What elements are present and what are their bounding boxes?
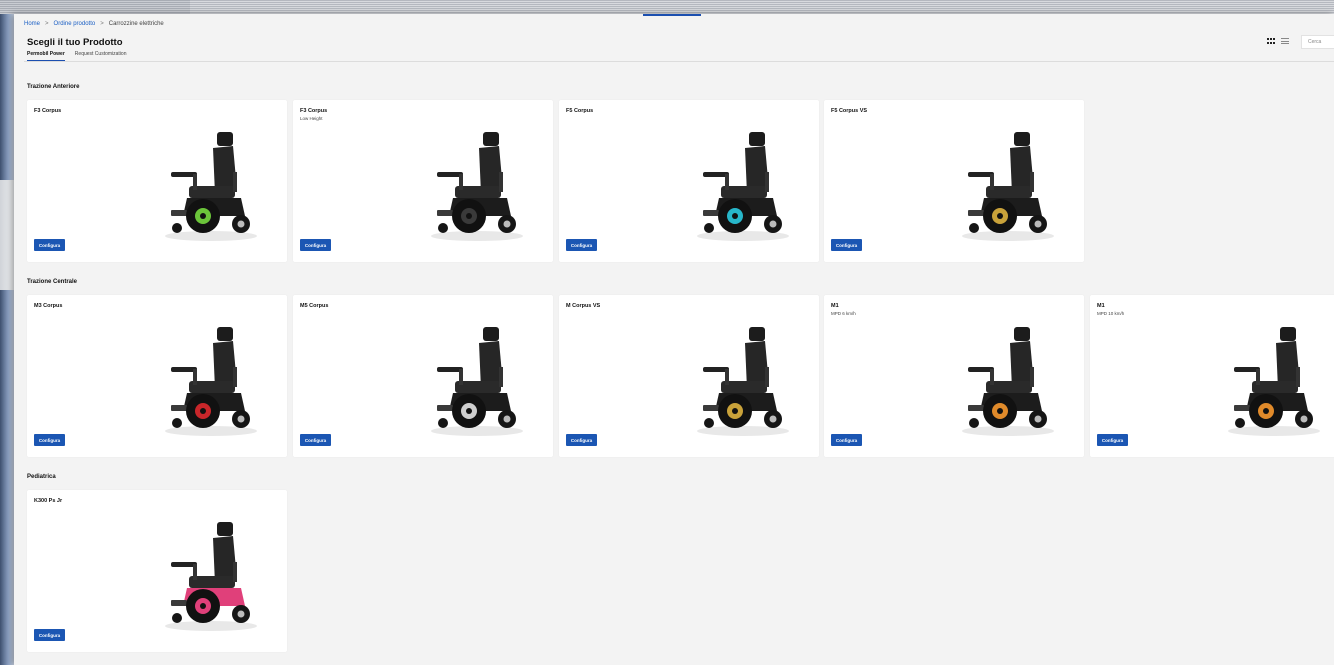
configure-button[interactable]: Configura: [1097, 434, 1128, 446]
wheelchair-image: [431, 132, 523, 241]
breadcrumb-home[interactable]: Home: [24, 21, 40, 27]
product-card[interactable]: M1 MPD 6 km/h Configura: [824, 295, 1084, 457]
grid-view-icon[interactable]: [1267, 38, 1275, 44]
wheelchair-image: [431, 327, 523, 436]
product-name: M3 Corpus: [34, 303, 63, 309]
breadcrumb: Home > Ordine prodotto > Carrozzine elet…: [24, 21, 164, 27]
product-name: F3 Corpus: [300, 108, 328, 114]
page-title: Scegli il tuo Prodotto: [27, 37, 123, 48]
product-card[interactable]: M5 Corpus Configura: [293, 295, 553, 457]
product-card[interactable]: F3 Corpus Configura: [27, 100, 287, 262]
product-card[interactable]: F3 Corpus Low Height Configura: [293, 100, 553, 262]
tab-request-customization[interactable]: Request Customization: [75, 51, 127, 61]
product-name: F3 Corpus: [34, 108, 62, 114]
product-name: M5 Corpus: [300, 303, 329, 309]
product-card[interactable]: M3 Corpus Configura: [27, 295, 287, 457]
breadcrumb-separator: >: [100, 21, 104, 27]
product-subtitle: MPD 10 km/h: [1097, 311, 1125, 316]
wheelchair-image: [962, 132, 1054, 241]
product-name: F5 Corpus: [566, 108, 594, 114]
product-card[interactable]: M1 MPD 10 km/h Configura: [1090, 295, 1334, 457]
configure-button[interactable]: Configura: [34, 434, 65, 446]
product-subtitle: Low Height: [300, 116, 323, 121]
product-name: M1: [1097, 303, 1105, 309]
configure-button[interactable]: Configura: [566, 434, 597, 446]
background-window-edge: [0, 180, 14, 290]
wheelchair-image: [165, 522, 257, 631]
configure-button[interactable]: Configura: [34, 629, 65, 641]
product-name: M Corpus VS: [566, 303, 601, 309]
background-window-edge: [0, 0, 190, 14]
app-window: Home > Ordine prodotto > Carrozzine elet…: [14, 14, 1334, 665]
loading-indicator: [643, 14, 701, 16]
section-title: Trazione Anteriore: [27, 84, 80, 90]
breadcrumb-order[interactable]: Ordine prodotto: [54, 21, 96, 27]
product-card[interactable]: K300 Ps Jr Configura: [27, 490, 287, 652]
configure-button[interactable]: Configura: [300, 239, 331, 251]
configure-button[interactable]: Configura: [831, 434, 862, 446]
product-name: K300 Ps Jr: [34, 498, 63, 504]
wheelchair-image: [697, 327, 789, 436]
breadcrumb-separator: >: [45, 21, 49, 27]
product-card[interactable]: M Corpus VS Configura: [559, 295, 819, 457]
product-card[interactable]: F5 Corpus VS Configura: [824, 100, 1084, 262]
search-input[interactable]: [1301, 35, 1334, 49]
wheelchair-image: [962, 327, 1054, 436]
product-name: F5 Corpus VS: [831, 108, 868, 114]
configure-button[interactable]: Configura: [831, 239, 862, 251]
product-subtitle: MPD 6 km/h: [831, 311, 856, 316]
view-toggle: [1267, 38, 1289, 44]
list-view-icon[interactable]: [1281, 38, 1289, 44]
product-card[interactable]: F5 Corpus Configura: [559, 100, 819, 262]
wheelchair-image: [1228, 327, 1320, 436]
breadcrumb-current: Carrozzine elettriche: [108, 21, 164, 27]
section-title: Trazione Centrale: [27, 279, 78, 285]
wheelchair-image: [165, 327, 257, 436]
tab-bar: Permobil Power Request Customization: [27, 51, 127, 61]
tabs-divider: [24, 61, 1334, 62]
product-name: M1: [831, 303, 839, 309]
background-window-edge: [190, 0, 1334, 14]
configure-button[interactable]: Configura: [34, 239, 65, 251]
configure-button[interactable]: Configura: [566, 239, 597, 251]
section-title: Pediatrica: [27, 474, 56, 480]
configure-button[interactable]: Configura: [300, 434, 331, 446]
wheelchair-image: [697, 132, 789, 241]
background-window-edge: [0, 14, 14, 665]
wheelchair-image: [165, 132, 257, 241]
tab-permobil-power[interactable]: Permobil Power: [27, 51, 65, 61]
